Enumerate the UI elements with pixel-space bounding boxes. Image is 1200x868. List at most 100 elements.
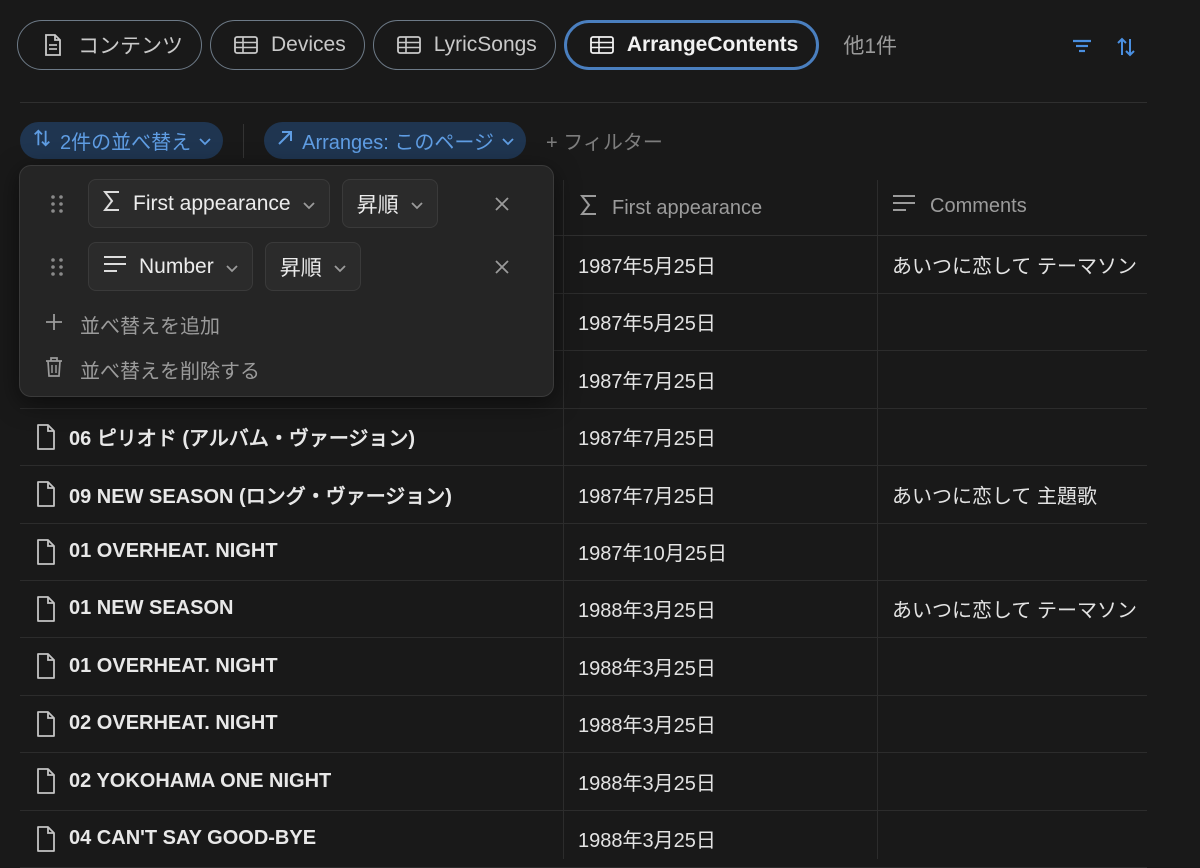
row-title: 01 OVERHEAT. NIGHT	[69, 540, 278, 562]
document-icon	[35, 481, 57, 507]
column-header-first-appearance[interactable]: First appearance	[579, 194, 763, 222]
sort-property-select[interactable]: Number	[88, 242, 253, 291]
row-title-cell[interactable]: 01 NEW SEASON	[35, 580, 233, 637]
tab-label: LyricSongs	[433, 33, 537, 56]
comments-cell[interactable]	[892, 638, 1147, 695]
remove-sort-rule-close-icon[interactable]	[494, 259, 510, 275]
first-appearance-cell[interactable]: 1987年7月25日	[578, 408, 716, 465]
table-icon	[233, 34, 259, 56]
comments-cell[interactable]: あいつに恋して テーマソン	[892, 236, 1147, 293]
first-appearance-cell[interactable]: 1987年7月25日	[578, 351, 716, 408]
document-icon	[35, 825, 57, 852]
drag-handle-icon[interactable]	[50, 193, 64, 215]
relation-filter-chip[interactable]: Arranges: このページ	[264, 122, 526, 159]
filter-icon[interactable]	[1071, 36, 1093, 58]
relation-filter-label: Arranges: このページ	[302, 132, 494, 154]
row-title-cell[interactable]: 04 CAN'T SAY GOOD-BYE	[35, 810, 316, 867]
table-row[interactable]: 09 NEW SEASON (ロング・ヴァージョン) 1987年7月25日 あいつに…	[20, 466, 1147, 524]
sort-property-label: First appearance	[133, 191, 291, 215]
sort-icon[interactable]	[1115, 36, 1137, 58]
document-icon	[35, 423, 57, 450]
first-appearance-cell[interactable]: 1987年10月25日	[578, 523, 727, 580]
first-appearance-cell[interactable]: 1988年3月25日	[578, 810, 716, 867]
toolbar-separator	[243, 123, 245, 158]
table-row[interactable]: 04 CAN'T SAY GOOD-BYE 1988年3月25日	[20, 810, 1147, 868]
remove-sort-rule-close-icon[interactable]	[494, 196, 510, 212]
row-title-cell[interactable]: 01 OVERHEAT. NIGHT	[35, 638, 278, 695]
row-title: 02 OVERHEAT. NIGHT	[69, 712, 278, 735]
row-title-cell[interactable]: 02 OVERHEAT. NIGHT	[35, 695, 278, 752]
header-divider	[20, 102, 1147, 103]
view-actions	[1071, 36, 1137, 58]
first-appearance-cell[interactable]: 1987年7月25日	[578, 466, 716, 523]
table-row[interactable]: 02 YOKOHAMA ONE NIGHT 1988年3月25日	[20, 753, 1147, 811]
add-sort-label: 並べ替えを追加	[80, 316, 220, 338]
tab-devices[interactable]: Devices	[210, 20, 365, 70]
column-header-label: Comments	[930, 194, 1027, 217]
sort-property-label: Number	[139, 254, 214, 278]
table-icon	[589, 34, 615, 56]
row-title: 01 OVERHEAT. NIGHT	[69, 654, 278, 677]
sort-direction-label: 昇順	[356, 193, 399, 217]
drag-handle-icon[interactable]	[50, 256, 64, 278]
row-title-cell[interactable]: 01 OVERHEAT. NIGHT	[35, 523, 278, 580]
first-appearance-cell[interactable]: 1988年3月25日	[578, 695, 716, 752]
sort-direction-label: 昇順	[279, 256, 322, 280]
comments-cell[interactable]: あいつに恋して 主題歌	[892, 466, 1147, 523]
comments-cell[interactable]: あいつに恋して テーマソン	[892, 580, 1147, 637]
sort-direction-select[interactable]: 昇順	[341, 179, 438, 228]
sort-rule: First appearance 昇順	[50, 179, 450, 228]
row-title-cell[interactable]: 02 YOKOHAMA ONE NIGHT	[35, 753, 331, 810]
tab-contents[interactable]: コンテンツ	[17, 20, 202, 70]
comments-cell[interactable]	[892, 753, 1147, 810]
chevron-down-icon	[199, 129, 211, 152]
chevron-down-icon	[302, 192, 315, 216]
sort-chip[interactable]: 2件の並べ替え	[20, 122, 224, 159]
first-appearance-cell[interactable]: 1988年3月25日	[578, 638, 716, 695]
table-row[interactable]: 02 OVERHEAT. NIGHT 1988年3月25日	[20, 695, 1147, 754]
table-row[interactable]: 01 OVERHEAT. NIGHT 1988年3月25日	[20, 638, 1147, 696]
first-appearance-cell[interactable]: 1988年3月25日	[578, 580, 716, 637]
sigma-icon	[102, 190, 121, 218]
row-title: 09 NEW SEASON (ロング・ヴァージョン)	[69, 485, 452, 508]
table-icon	[396, 34, 422, 56]
tab-arrangecontents[interactable]: ArrangeContents	[563, 20, 820, 70]
column-header-label: First appearance	[612, 196, 763, 219]
comments-cell[interactable]	[892, 810, 1147, 867]
row-title-cell[interactable]: 09 NEW SEASON (ロング・ヴァージョン)	[35, 466, 452, 523]
sort-property-select[interactable]: First appearance	[88, 179, 330, 228]
table-row[interactable]: 06 ピリオド (アルバム・ヴァージョン) 1987年7月25日	[20, 408, 1147, 467]
add-sort-button[interactable]: 並べ替えを追加	[44, 310, 220, 339]
tab-label: コンテンツ	[78, 35, 183, 58]
document-icon	[35, 595, 57, 622]
table-row[interactable]: 01 OVERHEAT. NIGHT 1987年10月25日	[20, 523, 1147, 581]
column-header-comments[interactable]: Comments	[892, 194, 1027, 218]
document-icon	[40, 34, 66, 56]
document-icon	[35, 653, 57, 680]
view-tabs: コンテンツ Devices LyricSongs ArrangeContents…	[17, 20, 897, 70]
text-lines-icon	[892, 194, 916, 218]
document-icon	[35, 710, 57, 737]
delete-sort-button[interactable]: 並べ替えを削除する	[44, 355, 260, 384]
more-tabs-button[interactable]: 他1件	[843, 30, 897, 60]
comments-cell[interactable]	[892, 351, 1147, 408]
chevron-down-icon	[410, 192, 423, 216]
delete-sort-label: 並べ替えを削除する	[80, 361, 260, 383]
row-title: 02 YOKOHAMA ONE NIGHT	[69, 769, 332, 792]
chevron-down-icon	[502, 129, 514, 152]
row-title: 01 NEW SEASON	[69, 597, 234, 620]
first-appearance-cell[interactable]: 1988年3月25日	[578, 753, 716, 810]
comments-cell[interactable]	[892, 695, 1147, 752]
comments-cell[interactable]	[892, 523, 1147, 580]
sort-direction-select[interactable]: 昇順	[264, 242, 361, 291]
comments-cell[interactable]	[892, 408, 1147, 465]
sort-icon	[32, 128, 52, 154]
table-row[interactable]: 01 NEW SEASON 1988年3月25日 あいつに恋して テーマソン	[20, 580, 1147, 639]
comments-cell[interactable]	[892, 293, 1147, 350]
tab-lyricsongs[interactable]: LyricSongs	[372, 20, 556, 70]
plus-icon	[44, 312, 64, 338]
first-appearance-cell[interactable]: 1987年5月25日	[578, 236, 716, 293]
first-appearance-cell[interactable]: 1987年5月25日	[578, 293, 716, 350]
add-filter-button[interactable]: + フィルター	[546, 126, 663, 155]
row-title-cell[interactable]: 06 ピリオド (アルバム・ヴァージョン)	[35, 408, 415, 465]
